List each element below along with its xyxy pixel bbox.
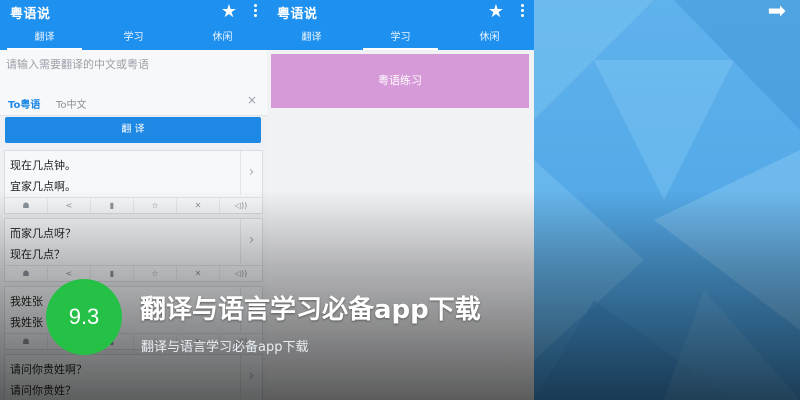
phrase-line: 宜家几点啊。 xyxy=(10,180,76,193)
favorite-icon[interactable]: ☆ xyxy=(134,266,177,281)
copy-icon[interactable]: ▮ xyxy=(91,198,134,213)
banner-subtitle: 翻译与语言学习必备app下载 xyxy=(141,340,309,355)
chevron-right-icon[interactable]: › xyxy=(240,355,262,399)
geometric-pattern xyxy=(534,0,800,400)
star-icon[interactable]: ★ xyxy=(221,0,237,24)
delete-icon[interactable]: ✕ xyxy=(177,266,220,281)
tab-leisure[interactable]: 休闲 xyxy=(445,26,534,50)
rating-badge: 9.3 xyxy=(46,279,122,355)
phrase-line: 我姓张 xyxy=(10,295,43,308)
phrase-line: 请问你贵姓啊？ xyxy=(10,363,87,376)
mid-tab-bar: 翻译 学习 休闲 xyxy=(267,26,534,50)
delete-icon[interactable]: ✕ xyxy=(177,198,220,213)
phrase-line: 请问你贵姓？ xyxy=(10,384,76,397)
to-cantonese-option[interactable]: To粤语 xyxy=(8,96,40,111)
app-title: 粤语说 xyxy=(10,7,51,22)
chevron-right-icon[interactable]: › xyxy=(240,219,262,263)
phrase-text: 请问你贵姓啊？ 请问你贵姓？ xyxy=(10,359,87,400)
left-tab-bar: 翻译 学习 休闲 xyxy=(0,26,267,50)
banner-title: 翻译与语言学习必备app下载 xyxy=(140,295,481,325)
star-icon[interactable]: ★ xyxy=(488,0,504,24)
decorative-background-panel: ➡ xyxy=(534,0,800,400)
speaker-icon[interactable]: ◁)) xyxy=(220,198,262,213)
tab-learn[interactable]: 学习 xyxy=(89,26,178,50)
card-actions: ☗ < ▮ ☆ ✕ ◁)) xyxy=(5,197,262,213)
phrase-text: 我姓张 我姓张 xyxy=(10,291,43,333)
more-menu-icon[interactable] xyxy=(520,2,524,20)
phrase-card[interactable]: 请问你贵姓啊？ 请问你贵姓？ › xyxy=(4,354,263,400)
tab-learn[interactable]: 学习 xyxy=(356,26,445,50)
phrase-line: 而家几点呀？ xyxy=(10,227,76,240)
share-arrow-icon[interactable]: ➡ xyxy=(768,0,786,24)
speaker-icon[interactable]: ◁)) xyxy=(220,266,262,281)
to-mandarin-option[interactable]: To中文 xyxy=(56,96,87,111)
cantonese-practice-button[interactable]: 粤语练习 xyxy=(271,54,529,108)
copy-icon[interactable]: ▮ xyxy=(91,266,134,281)
translate-button[interactable]: 翻 译 xyxy=(5,117,261,143)
chevron-right-icon[interactable]: › xyxy=(240,151,262,195)
left-app-bar: 粤语说 ★ xyxy=(0,0,267,26)
clear-icon[interactable]: × xyxy=(247,93,257,107)
input-placeholder: 请输入需要翻译的中文或粤语 xyxy=(6,58,149,71)
tab-translate[interactable]: 翻译 xyxy=(0,26,89,50)
phrase-line: 现在几点钟。 xyxy=(10,159,76,172)
language-toggle-row: To粤语 To中文 × xyxy=(0,92,267,114)
phrase-line: 我姓张 xyxy=(10,316,43,329)
more-menu-icon[interactable] xyxy=(253,2,257,20)
favorite-icon[interactable]: ☆ xyxy=(134,198,177,213)
app-title: 粤语说 xyxy=(277,7,318,22)
pin-icon[interactable]: ☗ xyxy=(5,266,48,281)
tab-leisure[interactable]: 休闲 xyxy=(178,26,267,50)
tab-translate[interactable]: 翻译 xyxy=(267,26,356,50)
phrase-text: 现在几点钟。 宜家几点啊。 xyxy=(10,155,76,197)
phrase-line: 现在几点？ xyxy=(10,248,65,261)
phrase-text: 而家几点呀？ 现在几点？ xyxy=(10,223,76,265)
mid-app-bar: 粤语说 ★ xyxy=(267,0,534,26)
phrase-card[interactable]: 现在几点钟。 宜家几点啊。 › ☗ < ▮ ☆ ✕ ◁)) xyxy=(4,150,263,214)
pin-icon[interactable]: ☗ xyxy=(5,198,48,213)
pin-icon[interactable]: ☗ xyxy=(5,334,48,349)
share-icon[interactable]: < xyxy=(48,198,91,213)
card-actions: ☗ < ▮ ☆ ✕ ◁)) xyxy=(5,265,262,281)
phrase-card[interactable]: 而家几点呀？ 现在几点？ › ☗ < ▮ ☆ ✕ ◁)) xyxy=(4,218,263,282)
